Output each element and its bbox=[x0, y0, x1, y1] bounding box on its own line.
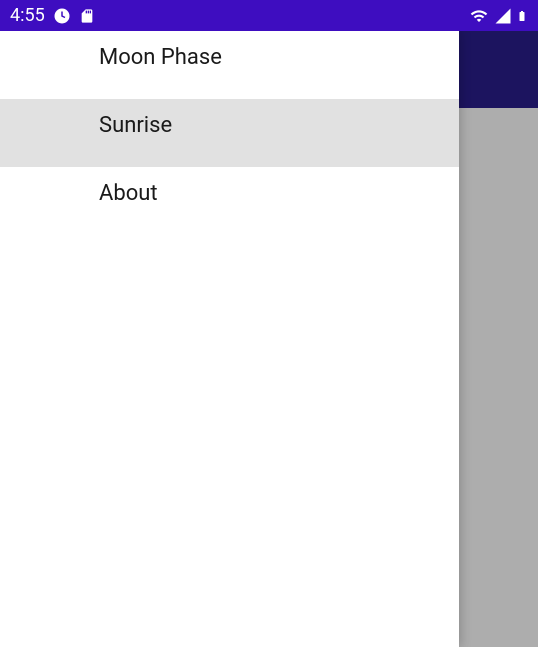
wifi-icon bbox=[468, 7, 490, 25]
status-bar: 4:55 bbox=[0, 0, 538, 31]
navigation-drawer: Moon Phase Sunrise About bbox=[0, 31, 459, 647]
battery-icon bbox=[516, 7, 528, 25]
clock-icon bbox=[53, 7, 71, 25]
status-right bbox=[468, 7, 528, 25]
drawer-item-sunrise[interactable]: Sunrise bbox=[0, 99, 459, 167]
status-time: 4:55 bbox=[10, 5, 45, 26]
drawer-item-moon-phase[interactable]: Moon Phase bbox=[0, 31, 459, 99]
drawer-item-label: About bbox=[99, 181, 158, 206]
sd-card-icon bbox=[79, 7, 95, 25]
drawer-item-label: Sunrise bbox=[99, 113, 172, 138]
drawer-item-about[interactable]: About bbox=[0, 167, 459, 235]
drawer-item-label: Moon Phase bbox=[99, 45, 222, 70]
signal-icon bbox=[494, 7, 512, 25]
status-left: 4:55 bbox=[10, 5, 95, 26]
